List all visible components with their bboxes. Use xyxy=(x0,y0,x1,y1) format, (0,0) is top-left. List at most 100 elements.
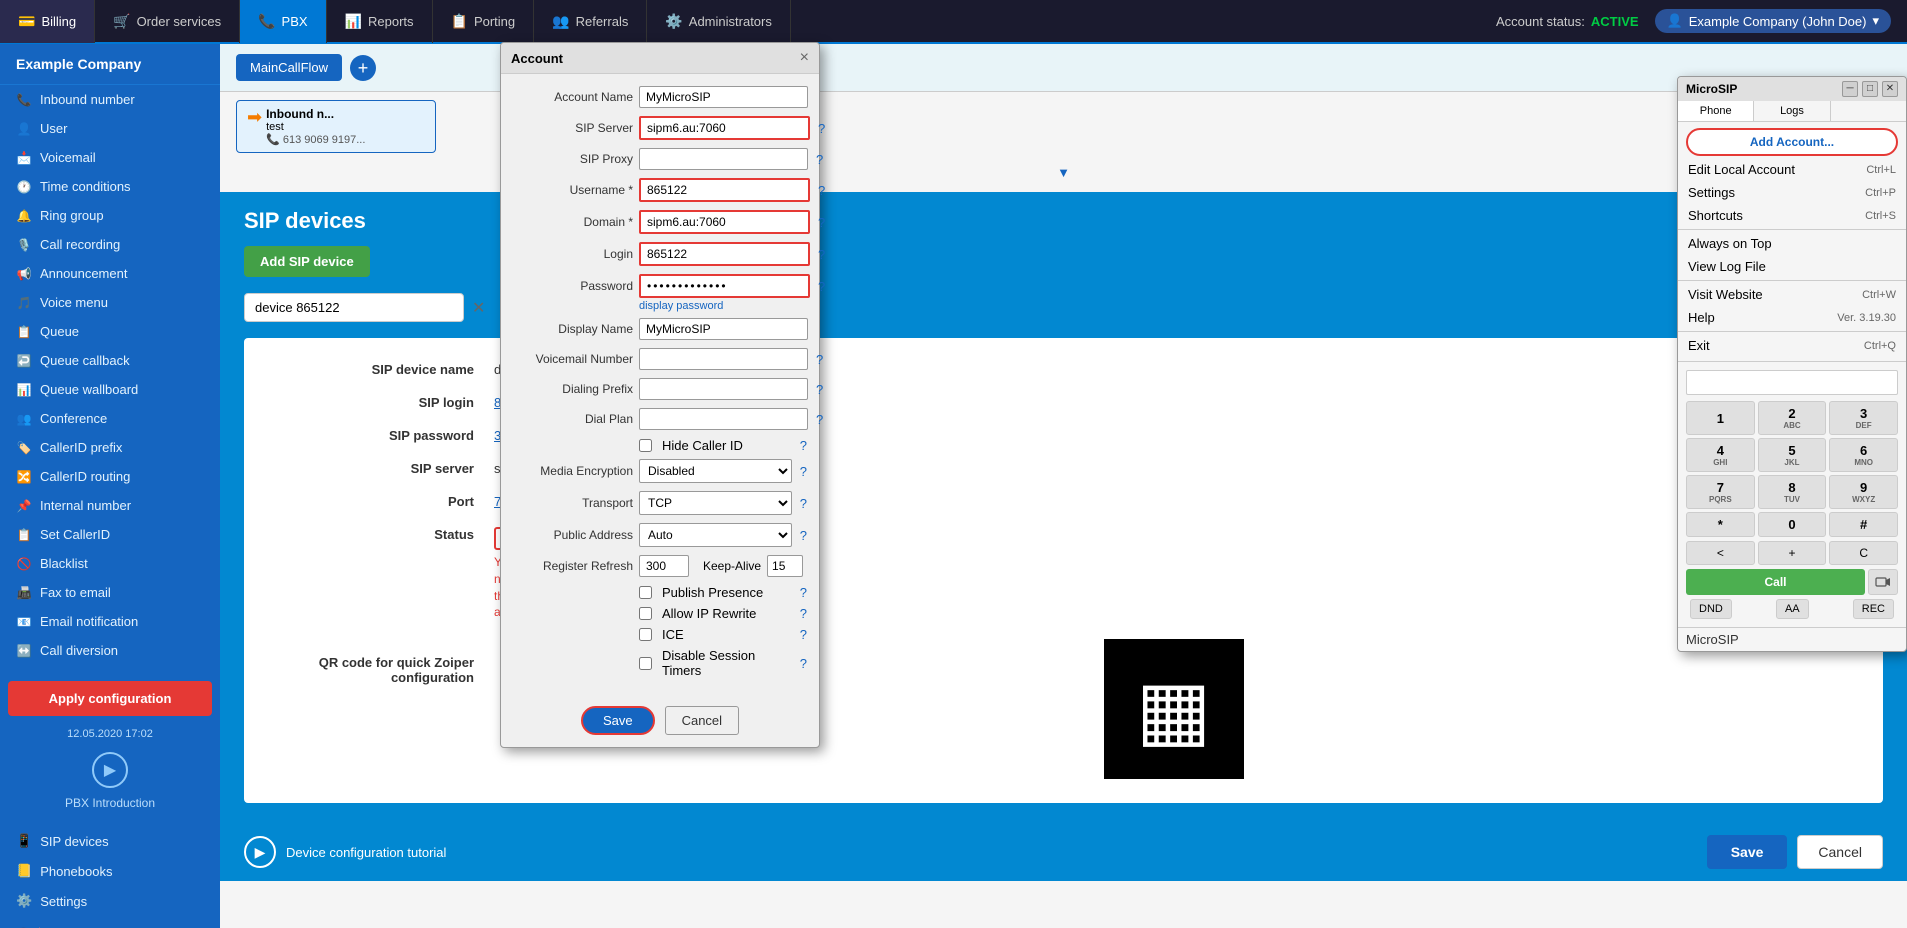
dialing-prefix-help-icon[interactable]: ? xyxy=(816,382,823,397)
cancel-button[interactable]: Cancel xyxy=(1797,835,1883,869)
add-flow-button[interactable]: + xyxy=(350,55,376,81)
microsip-menu-help[interactable]: Help Ver. 3.19.30 xyxy=(1678,306,1906,329)
sidebar-item-queue-wallboard[interactable]: 📊 Queue wallboard xyxy=(0,375,220,404)
keep-alive-input[interactable] xyxy=(767,555,803,577)
voicemail-help-icon[interactable]: ? xyxy=(816,352,823,367)
account-modal-cancel-button[interactable]: Cancel xyxy=(665,706,739,735)
hide-caller-help-icon[interactable]: ? xyxy=(800,438,807,453)
display-password-link[interactable]: display password xyxy=(513,300,807,312)
login-help-icon[interactable]: ? xyxy=(818,247,825,262)
disable-session-timers-checkbox[interactable] xyxy=(639,657,652,670)
microsip-menu-view-log[interactable]: View Log File xyxy=(1678,255,1906,278)
dial-key-1[interactable]: 1 xyxy=(1686,401,1755,435)
sidebar-item-email-notification[interactable]: 📧 Email notification xyxy=(0,607,220,636)
dial-key-5[interactable]: 5JKL xyxy=(1758,438,1827,472)
media-encryption-select[interactable]: Disabled SRTP xyxy=(639,459,792,483)
password-form-input[interactable] xyxy=(639,274,810,298)
sidebar-item-phonebooks[interactable]: 📒 Phonebooks xyxy=(0,856,220,886)
account-modal-close-button[interactable]: × xyxy=(800,49,809,67)
nav-tab-order[interactable]: 🛒 Order services xyxy=(95,0,240,43)
add-sip-device-button[interactable]: Add SIP device xyxy=(244,246,370,277)
sip-server-help-icon[interactable]: ? xyxy=(818,121,825,136)
dial-nav-clear[interactable]: C xyxy=(1829,541,1898,565)
camera-button[interactable] xyxy=(1868,569,1898,595)
microsip-menu-edit-local[interactable]: Edit Local Account Ctrl+L xyxy=(1678,158,1906,181)
username-help-icon[interactable]: ? xyxy=(818,183,825,198)
microsip-menu-settings[interactable]: Settings Ctrl+P xyxy=(1678,181,1906,204)
nav-tab-referrals[interactable]: 👥 Referrals xyxy=(534,0,647,43)
sidebar-item-callerid-routing[interactable]: 🔀 CallerID routing xyxy=(0,462,220,491)
disable-session-timers-help-icon[interactable]: ? xyxy=(800,656,807,671)
sidebar-item-queue-callback[interactable]: ↩️ Queue callback xyxy=(0,346,220,375)
allow-ip-rewrite-help-icon[interactable]: ? xyxy=(800,606,807,621)
publish-presence-help-icon[interactable]: ? xyxy=(800,585,807,600)
sidebar-item-internal-number[interactable]: 📌 Internal number xyxy=(0,491,220,520)
add-account-button[interactable]: Add Account... xyxy=(1686,128,1898,156)
dnd-button[interactable]: DND xyxy=(1690,599,1732,619)
dial-key-2[interactable]: 2ABC xyxy=(1758,401,1827,435)
dialing-prefix-input[interactable] xyxy=(639,378,808,400)
sidebar-item-call-recording[interactable]: 🎙️ Call recording xyxy=(0,230,220,259)
nav-tab-porting[interactable]: 📋 Porting xyxy=(433,0,535,43)
sidebar-item-set-callerid[interactable]: 📋 Set CallerID xyxy=(0,520,220,549)
sidebar-item-callerid-prefix[interactable]: 🏷️ CallerID prefix xyxy=(0,433,220,462)
dial-key-star[interactable]: * xyxy=(1686,512,1755,537)
transport-help-icon[interactable]: ? xyxy=(800,496,807,511)
microsip-menu-always-on-top[interactable]: Always on Top xyxy=(1678,232,1906,255)
sip-proxy-input[interactable] xyxy=(639,148,808,170)
dial-key-0[interactable]: 0 xyxy=(1758,512,1827,537)
sidebar-item-sip-devices[interactable]: 📱 SIP devices xyxy=(0,826,220,856)
microsip-menu-exit[interactable]: Exit Ctrl+Q xyxy=(1678,334,1906,357)
transport-select[interactable]: TCP UDP TLS xyxy=(639,491,792,515)
sip-server-form-input[interactable] xyxy=(639,116,810,140)
account-modal-save-button[interactable]: Save xyxy=(581,706,655,735)
domain-form-input[interactable] xyxy=(639,210,810,234)
sidebar-item-settings[interactable]: ⚙️ Settings xyxy=(0,886,220,916)
password-help-icon[interactable]: ? xyxy=(818,279,825,294)
username-form-input[interactable] xyxy=(639,178,810,202)
microsip-menu-visit-website[interactable]: Visit Website Ctrl+W xyxy=(1678,283,1906,306)
nav-tab-pbx[interactable]: 📞 PBX xyxy=(240,0,326,43)
call-button[interactable]: Call xyxy=(1686,569,1865,595)
sidebar-item-queue[interactable]: 📋 Queue xyxy=(0,317,220,346)
voicemail-form-input[interactable] xyxy=(639,348,808,370)
inbound-flow-node[interactable]: ➡ Inbound n... test 📞 613 9069 9197... xyxy=(236,100,436,153)
public-address-select[interactable]: Auto xyxy=(639,523,792,547)
hide-caller-id-checkbox[interactable] xyxy=(639,439,652,452)
display-name-input[interactable] xyxy=(639,318,808,340)
microsip-menu-shortcuts[interactable]: Shortcuts Ctrl+S xyxy=(1678,204,1906,227)
ice-checkbox[interactable] xyxy=(639,628,652,641)
dial-key-4[interactable]: 4GHI xyxy=(1686,438,1755,472)
nav-tab-reports[interactable]: 📊 Reports xyxy=(327,0,433,43)
sidebar-item-conference[interactable]: 👥 Conference xyxy=(0,404,220,433)
dial-key-hash[interactable]: # xyxy=(1829,512,1898,537)
main-call-flow-button[interactable]: MainCallFlow xyxy=(236,54,342,81)
sidebar-item-fax[interactable]: 📠 Fax to email xyxy=(0,578,220,607)
dial-plan-input[interactable] xyxy=(639,408,808,430)
sidebar-item-time-conditions[interactable]: 🕐 Time conditions xyxy=(0,172,220,201)
sidebar-item-user[interactable]: 👤 User xyxy=(0,114,220,143)
sidebar-item-ring-group[interactable]: 🔔 Ring group xyxy=(0,201,220,230)
dial-key-7[interactable]: 7PQRS xyxy=(1686,475,1755,509)
ice-help-icon[interactable]: ? xyxy=(800,627,807,642)
dial-key-8[interactable]: 8TUV xyxy=(1758,475,1827,509)
microsip-maximize-button[interactable]: □ xyxy=(1862,81,1878,97)
register-refresh-input[interactable] xyxy=(639,555,689,577)
apply-configuration-button[interactable]: Apply configuration xyxy=(8,681,212,716)
domain-help-icon[interactable]: ? xyxy=(818,215,825,230)
tutorial-button[interactable]: ▶ Device configuration tutorial xyxy=(244,836,446,868)
user-button[interactable]: 👤 Example Company (John Doe) ▾ xyxy=(1655,9,1891,33)
sidebar-item-voicemail[interactable]: 📩 Voicemail xyxy=(0,143,220,172)
media-encryption-help-icon[interactable]: ? xyxy=(800,464,807,479)
dialpad-display[interactable] xyxy=(1686,370,1898,395)
login-form-input[interactable] xyxy=(639,242,810,266)
publish-presence-checkbox[interactable] xyxy=(639,586,652,599)
nav-tab-admins[interactable]: ⚙️ Administrators xyxy=(647,0,791,43)
dial-key-3[interactable]: 3DEF xyxy=(1829,401,1898,435)
microsip-tab-logs[interactable]: Logs xyxy=(1754,101,1830,121)
microsip-tab-extra[interactable] xyxy=(1831,101,1906,121)
microsip-tab-phone[interactable]: Phone xyxy=(1678,101,1754,121)
sidebar-item-announcement[interactable]: 📢 Announcement xyxy=(0,259,220,288)
dial-plan-help-icon[interactable]: ? xyxy=(816,412,823,427)
sidebar-item-blacklist[interactable]: 🚫 Blacklist xyxy=(0,549,220,578)
